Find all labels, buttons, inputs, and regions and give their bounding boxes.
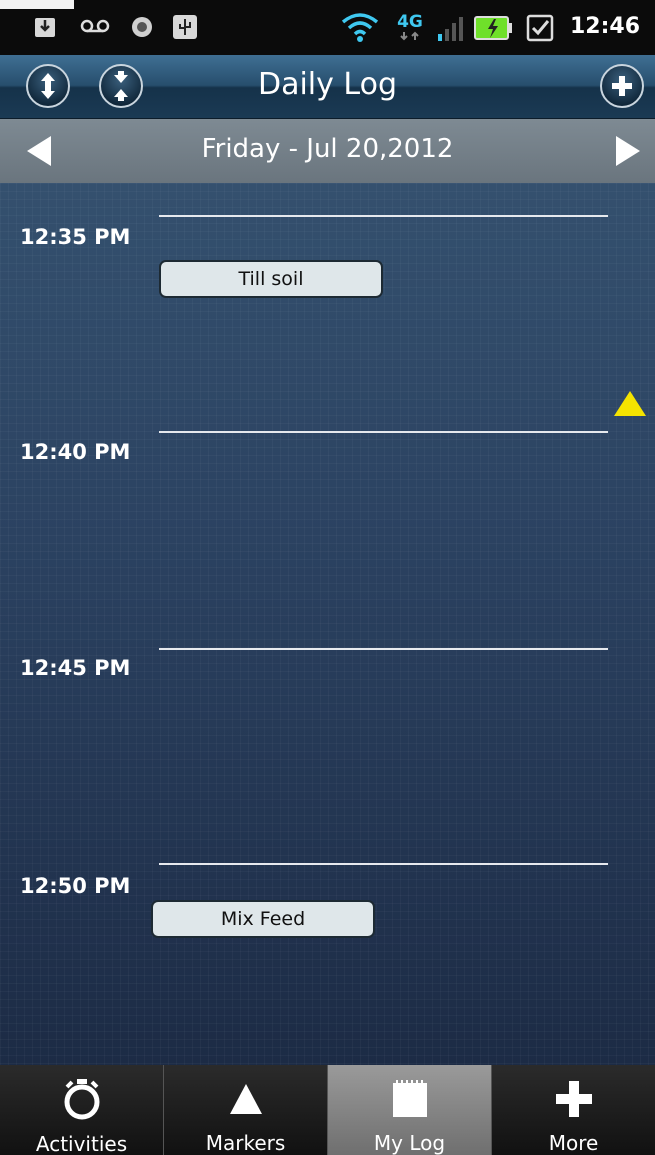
time-divider <box>159 863 608 865</box>
time-divider <box>159 648 608 650</box>
log-entry[interactable]: Mix Feed <box>151 900 375 938</box>
network-label: 4G <box>397 12 423 32</box>
tab-activities[interactable]: Activities <box>0 1065 163 1155</box>
tab-label: More <box>548 1131 599 1155</box>
current-date: Friday - Jul 20,2012 <box>201 134 454 164</box>
time-label: 12:40 PM <box>20 440 131 464</box>
time-divider <box>159 431 608 433</box>
arrow-right-icon[interactable] <box>616 136 640 166</box>
tab-label: Markers <box>205 1131 286 1155</box>
signal-icon <box>436 16 466 42</box>
checkbox-icon <box>526 14 554 42</box>
add-entry-button[interactable] <box>600 64 644 108</box>
tab-label: Activities <box>35 1132 128 1155</box>
plus-icon <box>555 1078 593 1119</box>
time-divider <box>159 215 608 217</box>
date-navigation: Friday - Jul 20,2012 <box>0 119 655 183</box>
usb-icon <box>172 14 198 40</box>
tab-my-log[interactable]: My Log <box>327 1065 491 1155</box>
log-entry[interactable]: Till soil <box>159 260 383 298</box>
stopwatch-icon <box>62 1078 102 1120</box>
time-label: 12:35 PM <box>20 225 131 249</box>
page-title: Daily Log <box>257 67 398 102</box>
bottom-tab-bar: Activities Markers My Log More <box>0 1065 655 1155</box>
tab-more[interactable]: More <box>491 1065 655 1155</box>
triangle-icon <box>228 1078 264 1119</box>
log-timeline[interactable]: 12:35 PM Till soil 12:40 PM 12:45 PM 12:… <box>0 183 655 1065</box>
status-bar-corner <box>0 0 74 9</box>
sync-icon <box>130 15 154 39</box>
add-icon <box>612 76 632 96</box>
download-icon <box>34 14 56 38</box>
tab-label: My Log <box>373 1131 446 1155</box>
voicemail-icon <box>80 18 110 34</box>
tab-markers[interactable]: Markers <box>163 1065 327 1155</box>
wifi-icon <box>340 10 380 44</box>
notepad-icon <box>391 1078 429 1119</box>
status-time: 12:46 <box>569 14 640 39</box>
time-label: 12:50 PM <box>20 874 131 898</box>
app-screen: 4G 12:46 Daily Log Friday - Jul 20,2012 <box>0 0 655 1155</box>
status-bar: 4G 12:46 <box>0 0 655 55</box>
time-label: 12:45 PM <box>20 656 131 680</box>
current-time-marker <box>614 391 646 416</box>
title-bar: Daily Log <box>0 55 655 119</box>
4g-icon: 4G <box>390 10 430 44</box>
battery-charging-icon <box>474 15 514 41</box>
